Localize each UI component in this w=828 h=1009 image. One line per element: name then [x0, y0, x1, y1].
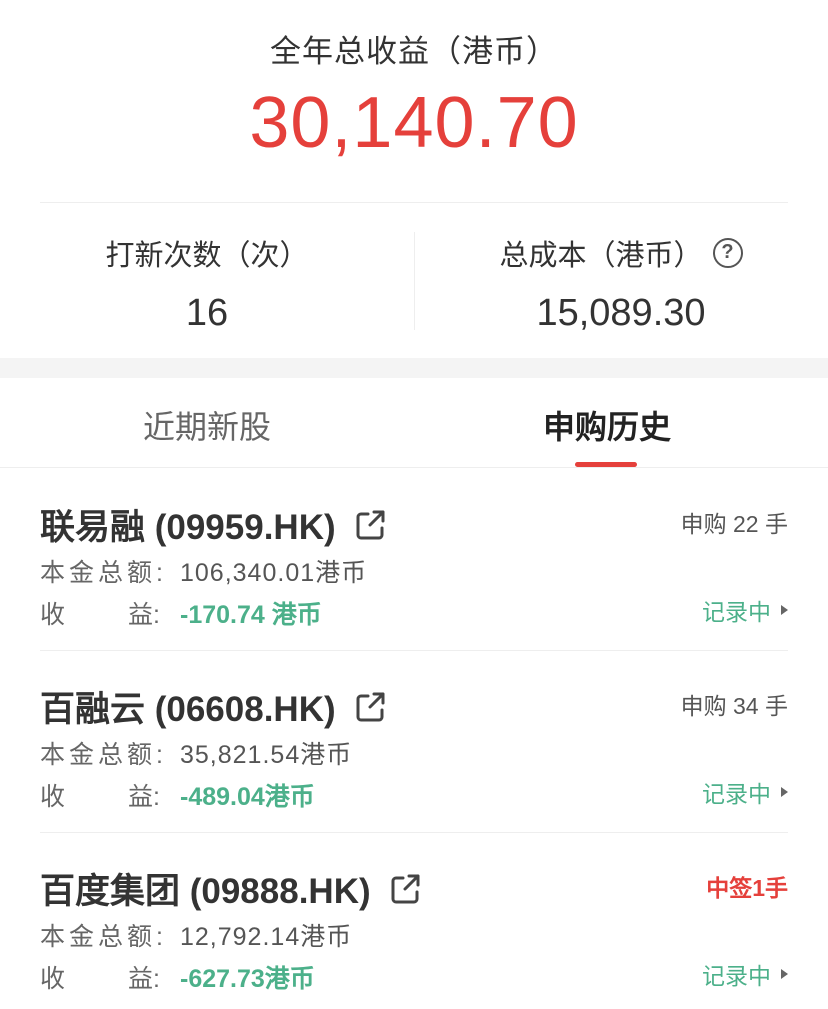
item-title-row: 百融云 (06608.HK): [40, 681, 388, 732]
status-link[interactable]: 记录中: [702, 775, 788, 809]
annual-profit-value: 30,140.70: [249, 83, 579, 163]
tab-recent-ipos[interactable]: 近期新股: [0, 402, 414, 448]
allotment-tag: 中签1手: [706, 875, 788, 901]
profit-row: 收 益: -627.73港币: [40, 959, 315, 995]
list-item[interactable]: 联易融 (09959.HK) 申购 22 手 本金总额: 106,340.01港币…: [0, 469, 828, 651]
stock-name: 百度集团 (09888.HK): [40, 872, 371, 911]
item-title-row: 联易融 (09959.HK): [40, 499, 388, 550]
principal-value: 106,340.01港币: [180, 559, 368, 587]
principal-row: 本金总额: 12,792.14港币: [40, 917, 352, 953]
subscription-tag: 申购 34 手: [680, 693, 788, 719]
tab-subscription-history[interactable]: 申购历史: [400, 402, 814, 448]
section-gap: [0, 358, 828, 378]
stock-name: 联易融 (09959.HK): [40, 508, 336, 547]
profit-value: -627.73港币: [180, 965, 315, 993]
list-item[interactable]: 百度集团 (09888.HK) 中签1手 本金总额: 12,792.14港币 收 益…: [0, 833, 828, 1009]
total-cost-stat: 总成本（港币） ? 15,089.30: [414, 232, 828, 335]
profit-label-start: 收: [40, 965, 66, 993]
total-cost-label-row: 总成本（港币） ?: [499, 232, 743, 274]
principal-row: 本金总额: 35,821.54港币: [40, 735, 352, 771]
ipo-count-label: 打新次数（次）: [105, 240, 309, 272]
principal-value: 12,792.14港币: [180, 923, 353, 951]
status-label: 记录中: [702, 963, 771, 989]
principal-label: 本金总额:: [40, 559, 167, 587]
triangle-right-icon: [781, 969, 788, 979]
list-item[interactable]: 百融云 (06608.HK) 申购 34 手 本金总额: 35,821.54港币 …: [0, 651, 828, 833]
total-cost-value: 15,089.30: [536, 292, 706, 334]
profit-label-start: 收: [40, 601, 66, 629]
principal-row: 本金总额: 106,340.01港币: [40, 553, 367, 589]
profit-label-start: 收: [40, 783, 66, 811]
profit-label-end: 益:: [128, 783, 160, 811]
status-label: 记录中: [702, 599, 771, 625]
profit-value: -489.04港币: [180, 783, 315, 811]
share-icon[interactable]: [387, 871, 423, 907]
principal-label: 本金总额:: [40, 923, 167, 951]
ipo-count-stat: 打新次数（次） 16: [0, 232, 414, 335]
annual-profit-label: 全年总收益（港币）: [270, 34, 558, 69]
triangle-right-icon: [781, 605, 788, 615]
ipo-count-value: 16: [185, 292, 229, 334]
triangle-right-icon: [781, 787, 788, 797]
profit-row: 收 益: -170.74 港币: [40, 595, 322, 631]
status-label: 记录中: [702, 781, 771, 807]
summary-panel: 全年总收益（港币） 30,140.70 打新次数（次） 16 总成本（港币） ?…: [0, 0, 828, 358]
divider: [40, 202, 788, 203]
status-link[interactable]: 记录中: [702, 593, 788, 627]
subscription-tag: 申购 22 手: [680, 511, 788, 537]
profit-label-end: 益:: [128, 965, 160, 993]
principal-value: 35,821.54港币: [180, 741, 353, 769]
active-tab-indicator: [575, 462, 637, 467]
stock-name: 百融云 (06608.HK): [40, 690, 336, 729]
principal-label: 本金总额:: [40, 741, 167, 769]
tab-bar: 近期新股 申购历史: [0, 378, 828, 468]
profit-row: 收 益: -489.04港币: [40, 777, 315, 813]
total-cost-label: 总成本（港币）: [499, 240, 703, 272]
question-circle-icon[interactable]: ?: [712, 238, 743, 268]
profit-value: -170.74 港币: [180, 601, 322, 629]
status-link[interactable]: 记录中: [702, 957, 788, 991]
share-icon[interactable]: [352, 689, 388, 725]
item-title-row: 百度集团 (09888.HK): [40, 863, 423, 914]
share-icon[interactable]: [352, 507, 388, 543]
profit-label-end: 益:: [128, 601, 160, 629]
